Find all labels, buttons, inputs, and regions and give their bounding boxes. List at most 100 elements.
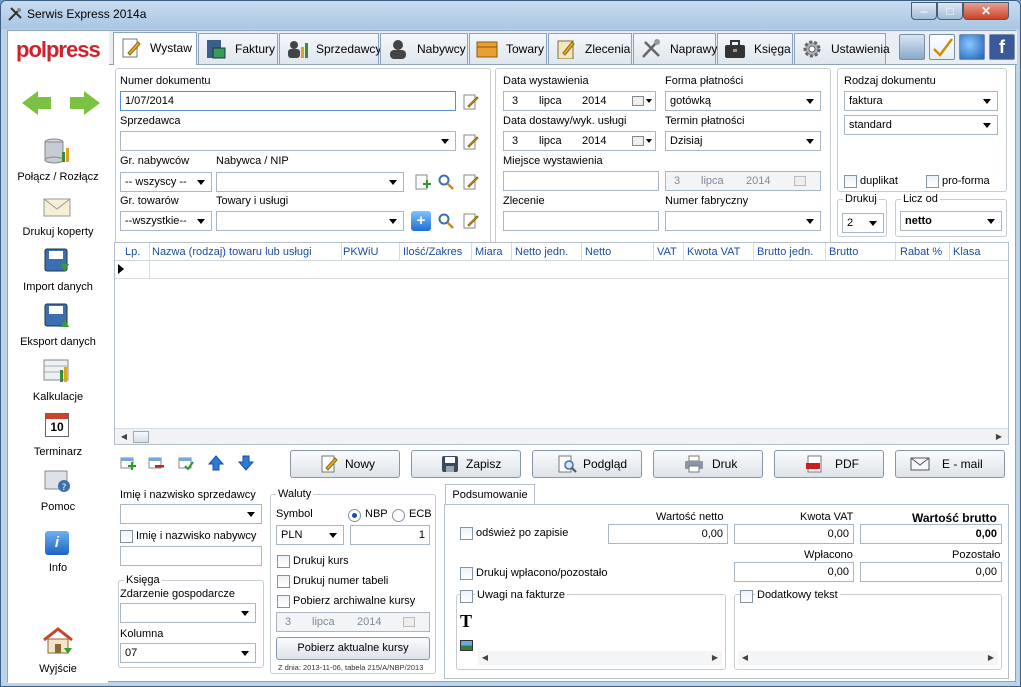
col-ilosc[interactable]: Ilość/Zakres	[403, 246, 462, 258]
rodzaj-select[interactable]: faktura	[844, 91, 998, 111]
numer-input[interactable]: 1/07/2014	[120, 91, 456, 111]
drukuj-kurs-checkbox[interactable]	[277, 555, 290, 568]
add-item-icon[interactable]: +	[411, 211, 431, 231]
sprzedawca-select[interactable]	[120, 131, 456, 151]
druk-button[interactable]: Druk	[653, 450, 763, 478]
add-buyer-icon[interactable]	[415, 174, 431, 190]
ecb-radio[interactable]	[392, 509, 405, 522]
pobierz-arch-checkbox[interactable]	[277, 595, 290, 608]
add-row-icon[interactable]	[120, 455, 136, 471]
symbol-select[interactable]: PLN	[276, 525, 344, 545]
tab-ustawienia[interactable]: Ustawienia	[794, 33, 890, 64]
gr-nabywcow-select[interactable]: -- wszyscy --	[120, 172, 212, 192]
col-klasa[interactable]: Klasa	[953, 246, 981, 258]
odswiez-checkbox[interactable]	[460, 527, 473, 540]
minimize-button[interactable]: –	[911, 2, 937, 20]
scroll-right-icon[interactable]: ▶	[984, 651, 998, 665]
kurs-input[interactable]: 1	[350, 525, 430, 545]
kolumna-select[interactable]: 07	[120, 643, 256, 663]
scroll-right-icon[interactable]: ▶	[708, 651, 722, 665]
miejsce-input[interactable]	[503, 171, 659, 191]
edit-pencil-icon[interactable]	[463, 213, 479, 229]
rodzaj-sub-select[interactable]: standard	[844, 115, 998, 135]
duplikat-checkbox[interactable]	[844, 175, 857, 188]
nabywca-name-input[interactable]	[120, 546, 262, 566]
dodatkowy-textarea[interactable]	[738, 606, 998, 651]
nowy-button[interactable]: Nowy	[290, 450, 400, 478]
search-icon[interactable]	[438, 174, 454, 190]
email-button[interactable]: E - mail	[895, 450, 1005, 478]
text-format-icon[interactable]: T	[460, 611, 472, 632]
data-wyst-picker[interactable]: 3 lipca 2014	[503, 91, 656, 111]
uwagi-scrollbar[interactable]: ◀ ▶	[478, 651, 722, 665]
forma-select[interactable]: gotówką	[665, 91, 821, 111]
scroll-left-icon[interactable]: ◀	[478, 651, 492, 665]
edit-check-icon[interactable]	[929, 34, 955, 60]
col-pkwiu[interactable]: PKWiU	[343, 246, 378, 258]
scroll-right-icon[interactable]: ▶	[992, 430, 1006, 444]
col-lp[interactable]: Lp.	[125, 246, 140, 258]
move-down-icon[interactable]	[238, 455, 254, 471]
licz-od-select[interactable]: netto	[900, 211, 1002, 231]
pobierz-kursy-button[interactable]: Pobierz aktualne kursy	[276, 637, 430, 660]
forward-arrow-icon[interactable]	[84, 91, 100, 115]
zapisz-button[interactable]: Zapisz	[411, 450, 521, 478]
globe-icon[interactable]	[959, 34, 985, 60]
podglad-button[interactable]: Podgląd	[532, 450, 642, 478]
col-miara[interactable]: Miara	[475, 246, 503, 258]
summary-tab[interactable]: Podsumowanie	[445, 484, 535, 505]
search-icon[interactable]	[438, 213, 454, 229]
data-dost-picker[interactable]: 3 lipca 2014	[503, 131, 656, 151]
termin-select[interactable]: Dzisiaj	[665, 131, 821, 151]
tab-nabywcy[interactable]: Nabywcy	[380, 33, 468, 64]
horizontal-scrollbar[interactable]: ◀ ▶	[115, 428, 1008, 444]
edit-pencil-icon[interactable]	[463, 94, 479, 110]
back-arrow-icon[interactable]	[22, 91, 38, 115]
gr-towarow-select[interactable]: --wszystkie--	[120, 211, 212, 231]
facebook-icon[interactable]: f	[989, 34, 1015, 60]
col-netto-jedn[interactable]: Netto jedn.	[515, 246, 568, 258]
tab-naprawy[interactable]: Naprawy	[633, 33, 717, 64]
image-insert-icon[interactable]	[460, 640, 473, 651]
drukuj-wplacono-checkbox[interactable]	[460, 567, 473, 580]
tab-faktury[interactable]: Faktury	[198, 33, 278, 64]
col-kwota-vat[interactable]: Kwota VAT	[687, 246, 740, 258]
confirm-row-icon[interactable]	[178, 455, 194, 471]
zlecenie-input[interactable]	[503, 211, 659, 231]
scroll-thumb[interactable]	[133, 431, 149, 443]
tab-sprzedawcy[interactable]: Sprzedawcy	[279, 33, 381, 64]
move-up-icon[interactable]	[208, 455, 224, 471]
col-vat[interactable]: VAT	[657, 246, 677, 258]
close-button[interactable]: ✕	[963, 2, 1009, 20]
pdf-button[interactable]: PDF	[774, 450, 884, 478]
numer-fabr-select[interactable]	[665, 211, 821, 231]
drukuj-select[interactable]: 2	[842, 213, 884, 233]
col-rabat[interactable]: Rabat %	[900, 246, 942, 258]
tab-wystaw[interactable]: Wystaw	[113, 32, 197, 65]
proforma-checkbox[interactable]	[926, 175, 939, 188]
drukuj-numer-checkbox[interactable]	[277, 575, 290, 588]
tab-towary[interactable]: Towary	[469, 33, 547, 64]
col-nazwa[interactable]: Nazwa (rodzaj) towaru lub usługi	[152, 246, 312, 258]
col-brutto-jedn[interactable]: Brutto jedn.	[757, 246, 813, 258]
dodatkowy-checkbox[interactable]	[740, 590, 753, 603]
tab-ksiega[interactable]: Księga	[717, 33, 793, 64]
grid-empty-row[interactable]	[115, 261, 1008, 279]
uwagi-checkbox[interactable]	[460, 590, 473, 603]
maximize-button[interactable]: □	[937, 2, 963, 20]
scroll-left-icon[interactable]: ◀	[738, 651, 752, 665]
edit-pencil-icon[interactable]	[463, 134, 479, 150]
sprzedawca-name-select[interactable]	[120, 504, 262, 524]
scanner-icon[interactable]	[899, 34, 925, 60]
col-netto[interactable]: Netto	[585, 246, 611, 258]
remove-row-icon[interactable]	[148, 455, 164, 471]
calendar-dropdown-icon[interactable]	[632, 96, 644, 106]
dodatkowy-scrollbar[interactable]: ◀ ▶	[738, 651, 998, 665]
tab-zlecenia[interactable]: Zlecenia	[548, 33, 632, 64]
zdarzenie-select[interactable]	[120, 603, 256, 623]
scroll-left-icon[interactable]: ◀	[117, 430, 131, 444]
edit-pencil-icon[interactable]	[463, 174, 479, 190]
towary-select[interactable]	[216, 211, 404, 231]
col-brutto[interactable]: Brutto	[829, 246, 858, 258]
nbp-radio[interactable]	[348, 509, 361, 522]
